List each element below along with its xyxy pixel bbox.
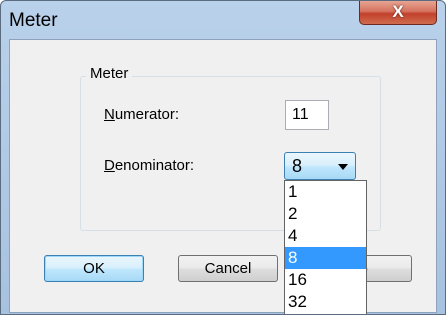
close-icon: X — [392, 2, 404, 21]
dropdown-option[interactable]: 1 — [285, 181, 366, 203]
dropdown-option[interactable]: 8 — [285, 247, 366, 269]
dropdown-option[interactable]: 2 — [285, 203, 366, 225]
chevron-down-icon[interactable] — [338, 164, 348, 170]
dropdown-option[interactable]: 16 — [285, 269, 366, 291]
denominator-label: Denominator: — [104, 157, 194, 174]
close-button[interactable]: X — [359, 1, 437, 25]
ok-button[interactable]: OK — [44, 255, 144, 282]
cancel-button[interactable]: Cancel — [178, 255, 278, 282]
denominator-label-text: enominator: — [114, 157, 195, 174]
denominator-dropdown-list[interactable]: 1 2 4 8 16 32 — [284, 180, 367, 314]
numerator-hotkey: N — [104, 106, 115, 123]
denominator-value: 8 — [292, 156, 303, 176]
dropdown-option[interactable]: 4 — [285, 225, 366, 247]
denominator-hotkey: D — [104, 157, 115, 174]
groupbox-label: Meter — [86, 65, 133, 82]
numerator-label: Numerator: — [104, 106, 179, 123]
numerator-input[interactable] — [285, 100, 329, 130]
window-title: Meter — [9, 10, 58, 31]
numerator-label-text: umerator: — [114, 106, 180, 123]
dialog-client-area: Meter Numerator: Denominator: 8 OK Cance… — [9, 39, 437, 314]
denominator-combobox[interactable]: 8 — [284, 152, 356, 180]
meter-dialog: Meter X Meter Numerator: Denominator: 8 … — [0, 0, 446, 315]
dropdown-option[interactable]: 32 — [285, 291, 366, 313]
title-bar[interactable]: Meter X — [1, 1, 445, 37]
